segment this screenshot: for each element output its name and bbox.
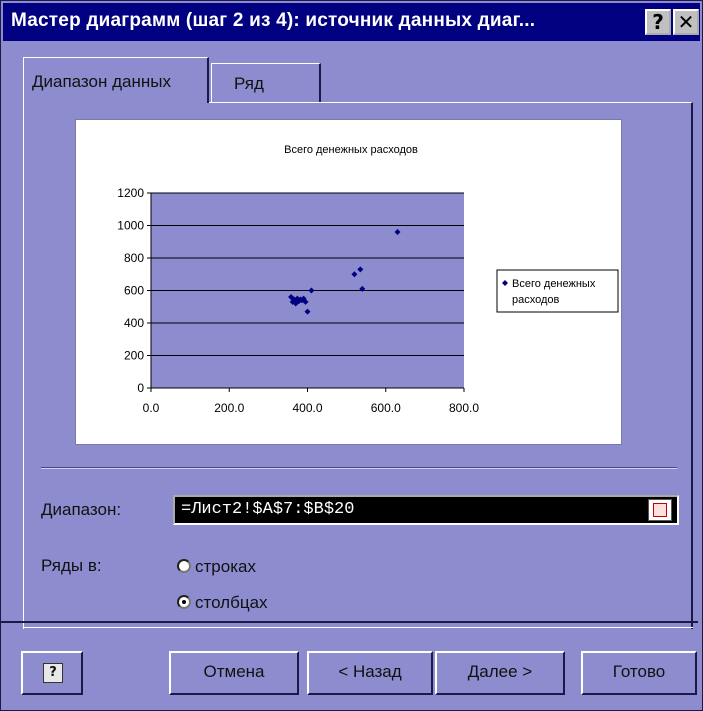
radio-columns-label[interactable]: столбцах xyxy=(195,593,268,613)
collapse-dialog-button[interactable] xyxy=(648,499,672,521)
y-tick-label: 400 xyxy=(124,316,144,330)
collapse-icon xyxy=(653,503,667,517)
y-tick-label: 1200 xyxy=(117,186,144,200)
legend-label-line1: Всего денежных xyxy=(512,278,596,290)
divider xyxy=(1,621,698,623)
close-button[interactable]: ✕ xyxy=(673,9,699,35)
scatter-chart: Всего денежных расходов 0 200 400 600 800 1000… xyxy=(117,144,619,415)
chart-wizard-dialog: Мастер диаграмм (шаг 2 из 4): источник д… xyxy=(0,0,703,711)
y-tick-label: 600 xyxy=(124,284,144,298)
y-tick-label: 0 xyxy=(137,381,144,395)
tab-data-range[interactable]: Диапазон данных xyxy=(23,57,209,103)
y-tick-label: 200 xyxy=(124,349,144,363)
window-title: Мастер диаграмм (шаг 2 из 4): источник д… xyxy=(11,10,536,31)
title-bar: Мастер диаграмм (шаг 2 из 4): источник д… xyxy=(3,3,700,41)
y-tick-label: 800 xyxy=(124,251,144,265)
separator xyxy=(41,467,677,469)
divider-highlight xyxy=(23,627,693,628)
radio-rows-label[interactable]: строках xyxy=(195,557,256,577)
x-tick-label: 600.0 xyxy=(371,401,401,415)
help-dialog-button[interactable]: ? xyxy=(21,651,83,695)
radio-rows[interactable] xyxy=(177,559,191,573)
range-input[interactable]: =Лист2!$A$7:$B$20 xyxy=(173,495,679,525)
series-in-label: Ряды в: xyxy=(41,556,102,575)
chart-title: Всего денежных расходов xyxy=(284,144,418,156)
y-tick-label: 1000 xyxy=(117,219,144,233)
help-icon: ? xyxy=(43,663,63,683)
tab-series[interactable]: Ряд xyxy=(211,63,321,103)
x-tick-label: 400.0 xyxy=(292,401,322,415)
cancel-button[interactable]: Отмена xyxy=(169,651,299,695)
x-tick-label: 200.0 xyxy=(214,401,244,415)
back-button[interactable]: < Назад xyxy=(307,651,433,695)
x-tick-label: 0.0 xyxy=(143,401,160,415)
legend-label-line2: расходов xyxy=(512,294,560,306)
help-button[interactable]: ? xyxy=(645,9,671,35)
x-tick-label: 800.0 xyxy=(449,401,479,415)
finish-button[interactable]: Готово xyxy=(581,651,697,695)
chart-preview: Всего денежных расходов 0 200 400 600 800 1000… xyxy=(75,119,622,445)
radio-columns[interactable] xyxy=(177,595,191,609)
range-label: Диапазон: xyxy=(41,500,122,519)
next-button[interactable]: Далее > xyxy=(435,651,565,695)
